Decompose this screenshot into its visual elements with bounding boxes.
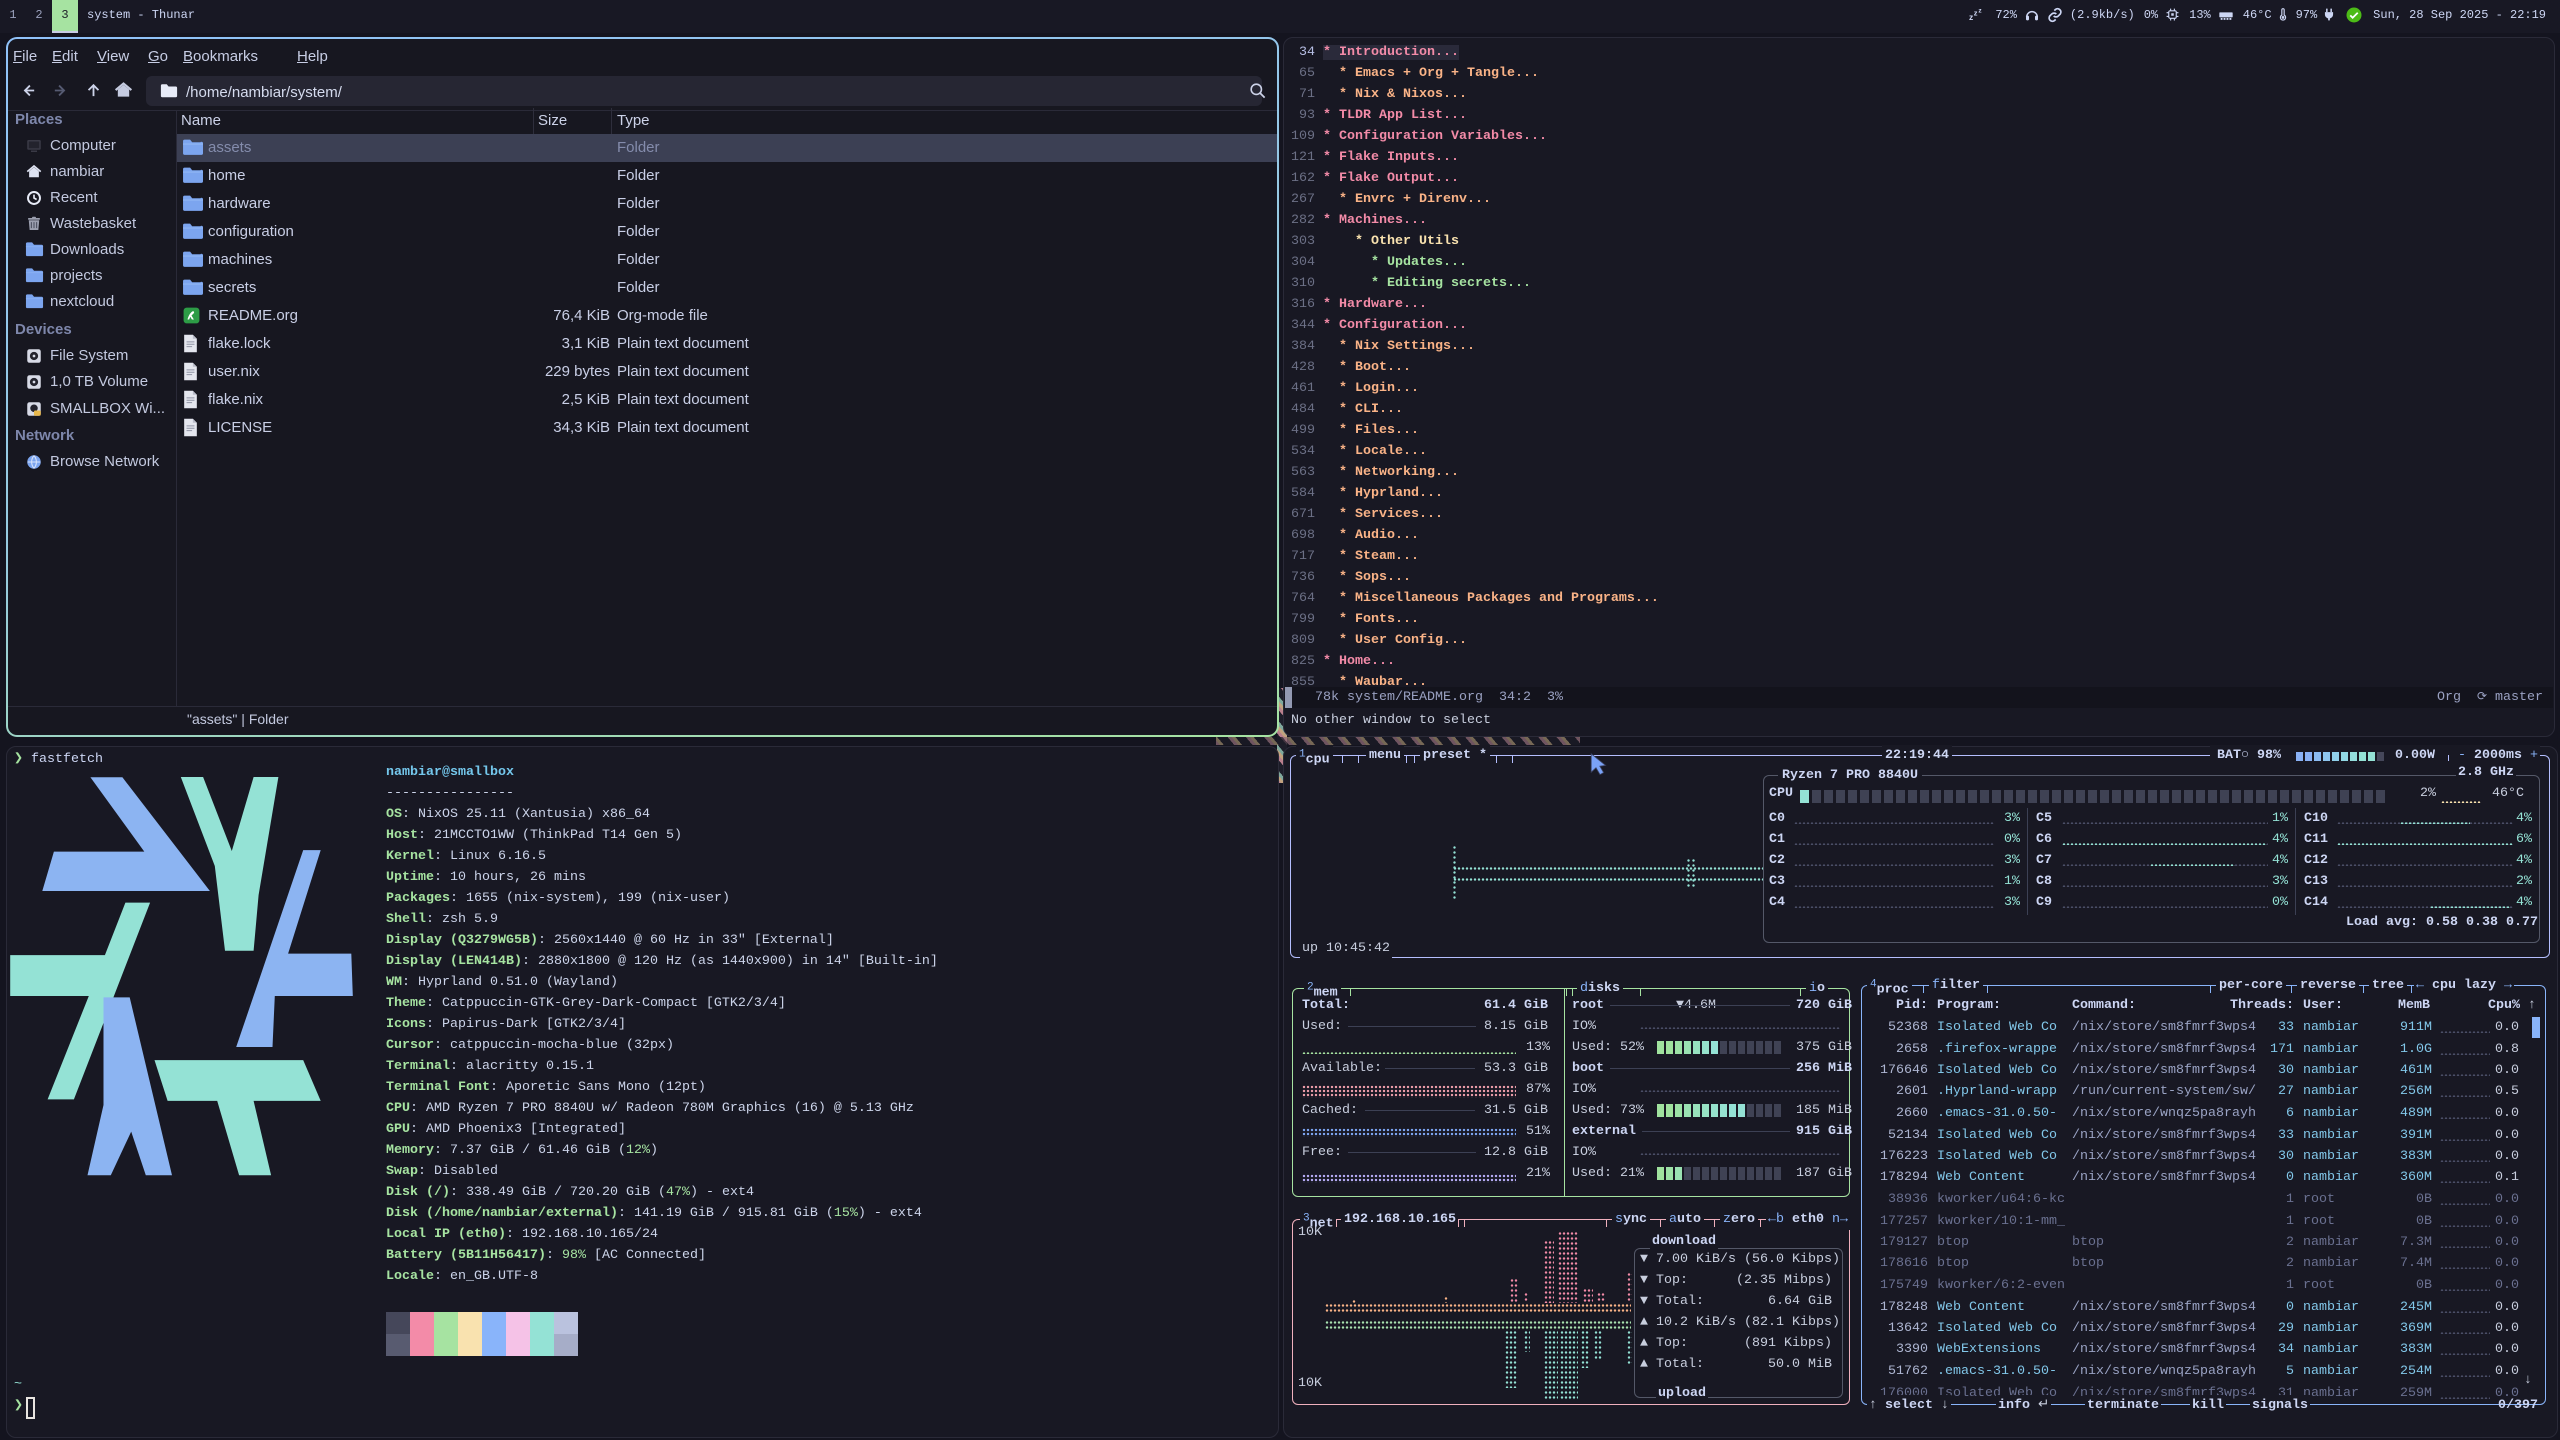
svg-text:z: z [1979,8,1983,15]
svg-text:z: z [1969,12,1973,22]
svg-text:z: z [1974,9,1978,18]
